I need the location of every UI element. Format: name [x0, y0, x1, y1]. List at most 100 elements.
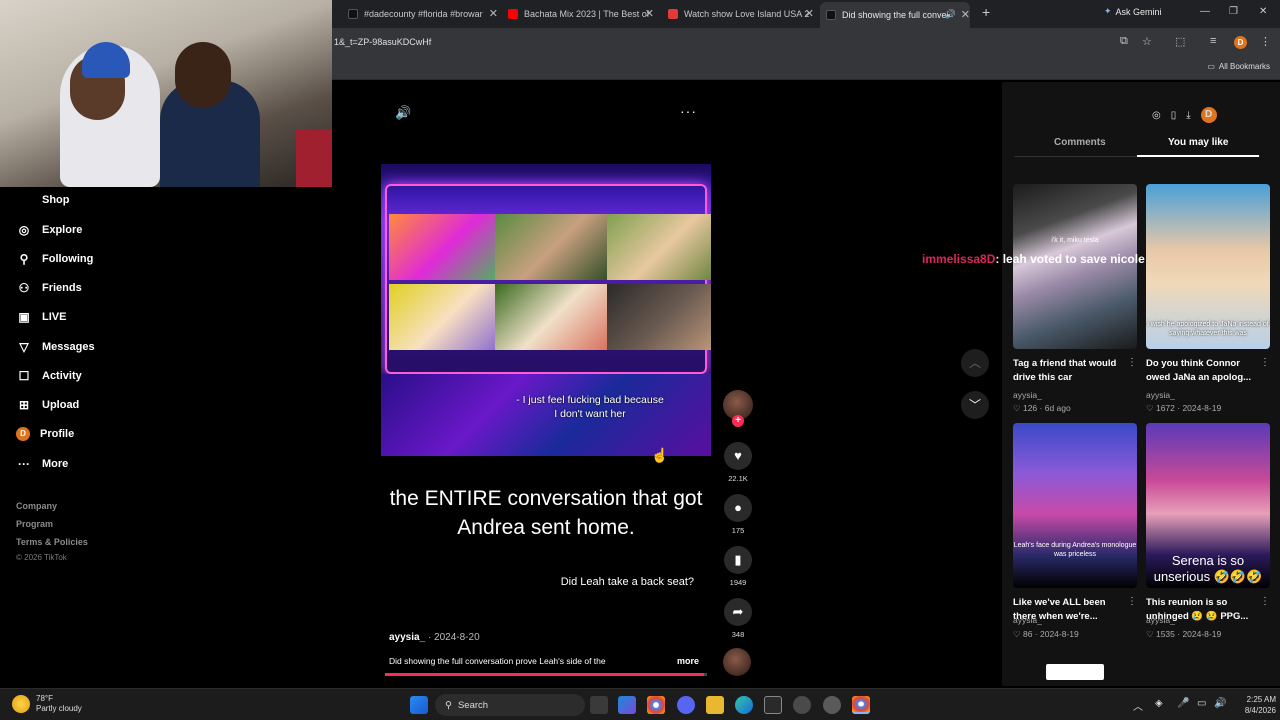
- speaker-icon[interactable]: 🔊: [395, 105, 411, 121]
- copyright-text: © 2026 TikTok: [16, 553, 67, 562]
- like-button[interactable]: ♥ 22.1K: [722, 442, 754, 483]
- browser-profile-avatar[interactable]: D: [1234, 36, 1247, 49]
- browser-menu-icon[interactable]: ⋮: [1260, 35, 1271, 48]
- chrome-active-icon[interactable]: [852, 696, 870, 714]
- sidebar-item-profile[interactable]: D Profile: [16, 427, 74, 441]
- tab-you-may-like[interactable]: You may like: [1168, 137, 1228, 148]
- sound-disc-avatar[interactable]: [723, 648, 751, 676]
- card-more-icon[interactable]: ⋮: [1260, 596, 1270, 607]
- recommended-video-card[interactable]: i wish he apologized to JaNa instead of …: [1146, 184, 1270, 416]
- comment-button[interactable]: ● 175: [722, 494, 754, 535]
- compass-icon[interactable]: ◎: [1152, 110, 1161, 121]
- tab-title: Watch show Love Island USA 2: [684, 9, 810, 19]
- download-icon[interactable]: ⤓: [1186, 110, 1190, 121]
- footer-link-program[interactable]: Program: [16, 519, 53, 529]
- tab-title: #dadecounty #florida #browar: [364, 9, 483, 19]
- microphone-icon[interactable]: 🎤: [1177, 698, 1189, 709]
- volume-icon[interactable]: 🔊: [1214, 698, 1226, 709]
- card-author[interactable]: ayysia_: [1146, 390, 1175, 400]
- tray-overflow-icon[interactable]: ︿: [1133, 698, 1143, 713]
- card-more-icon[interactable]: ⋮: [1127, 596, 1137, 607]
- speaker-icon[interactable]: 🔊: [945, 9, 956, 20]
- sidebar-item-friends[interactable]: ⚇ Friends: [16, 281, 82, 295]
- video-author[interactable]: ayysia_: [389, 632, 425, 643]
- settings-icon[interactable]: [793, 696, 811, 714]
- card-author[interactable]: ayysia_: [1013, 615, 1042, 625]
- more-options-icon[interactable]: ···: [680, 103, 697, 119]
- card-more-icon[interactable]: ⋮: [1127, 357, 1137, 368]
- copilot-icon[interactable]: [618, 696, 636, 714]
- card-author[interactable]: ayysia_: [1146, 615, 1175, 625]
- browser-tab-active[interactable]: Did showing the full conve 🔊 ✕: [820, 2, 970, 28]
- task-view-icon[interactable]: [590, 696, 608, 714]
- new-tab-button[interactable]: +: [982, 4, 990, 20]
- sidebar-item-more[interactable]: ··· More: [16, 457, 68, 471]
- display-icon[interactable]: ▭: [1197, 698, 1206, 709]
- recommended-video-card[interactable]: Serena is so unserious 🤣🤣🤣 This reunion …: [1146, 423, 1270, 655]
- tab-comments[interactable]: Comments: [1054, 137, 1106, 148]
- file-explorer-icon[interactable]: [706, 696, 724, 714]
- close-icon[interactable]: ✕: [489, 7, 498, 20]
- save-button[interactable]: ▮ 1949: [722, 546, 754, 587]
- windows-start-icon[interactable]: [410, 696, 428, 714]
- video-author-line: ayysia_ · 2024-8-20: [389, 632, 480, 643]
- description-more-button[interactable]: more: [677, 656, 699, 666]
- media-controls-icon[interactable]: ≡: [1210, 35, 1216, 47]
- follow-plus-icon[interactable]: +: [732, 415, 744, 427]
- sidebar-item-messages[interactable]: ▽ Messages: [16, 340, 94, 354]
- recommended-video-card[interactable]: Leah's face during Andrea's monologue wa…: [1013, 423, 1137, 655]
- url-field[interactable]: 1&_t=ZP-98asuKDCwHf: [334, 37, 431, 47]
- footer-link-company[interactable]: Company: [16, 501, 57, 511]
- restore-icon[interactable]: ❐: [1229, 6, 1238, 17]
- card-more-icon[interactable]: ⋮: [1260, 357, 1270, 368]
- live-icon: ▣: [18, 310, 30, 324]
- close-icon[interactable]: ✕: [805, 7, 814, 20]
- card-author[interactable]: ayysia_: [1013, 390, 1042, 400]
- sidebar-item-explore[interactable]: ◎ Explore: [16, 223, 83, 237]
- taskbar-search[interactable]: ⚲ Search: [435, 694, 585, 716]
- sidebar-item-label: Friends: [42, 282, 82, 294]
- next-video-button[interactable]: ﹀: [961, 391, 989, 419]
- browser-tab[interactable]: #dadecounty #florida #browar ✕: [348, 5, 498, 23]
- sidebar-item-label: LIVE: [42, 311, 67, 323]
- ask-gemini-button[interactable]: ✦ Ask Gemini: [1104, 6, 1162, 17]
- minimize-icon[interactable]: —: [1200, 6, 1210, 17]
- sidebar-item-activity[interactable]: ☐ Activity: [16, 369, 82, 383]
- chrome-icon[interactable]: [647, 696, 665, 714]
- tiktok-favicon-icon: [826, 10, 836, 20]
- discord-icon[interactable]: [677, 696, 695, 714]
- system-clock[interactable]: 2:25 AM 8/4/2026: [1232, 694, 1276, 716]
- sidebar-item-upload[interactable]: ⊞ Upload: [16, 398, 79, 412]
- tab-title: Bachata Mix 2023 | The Best of: [524, 9, 650, 19]
- obs-icon[interactable]: [823, 696, 841, 714]
- profile-avatar[interactable]: D: [1200, 107, 1217, 123]
- weather-widget[interactable]: 78°F Partly cloudy: [12, 694, 82, 714]
- edge-icon[interactable]: [735, 696, 753, 714]
- video-grid-image: [607, 284, 711, 350]
- all-bookmarks-button[interactable]: ▭ All Bookmarks: [1207, 62, 1270, 71]
- tray-app-icon[interactable]: ◈: [1155, 698, 1163, 709]
- install-app-icon[interactable]: ⧉: [1120, 35, 1128, 48]
- close-icon[interactable]: ✕: [645, 7, 654, 20]
- phone-icon[interactable]: ▯: [1171, 110, 1177, 121]
- close-window-icon[interactable]: ✕: [1259, 6, 1267, 17]
- sidebar-item-following[interactable]: ⚲ Following: [16, 252, 94, 266]
- activity-icon: ☐: [18, 369, 30, 383]
- previous-video-button[interactable]: ︿: [961, 349, 989, 377]
- browser-tab[interactable]: Bachata Mix 2023 | The Best of ✕: [508, 5, 654, 23]
- footer-link-terms[interactable]: Terms & Policies: [16, 537, 88, 547]
- video-player[interactable]: 🔊 ··· - I just feel fucking bad because …: [381, 92, 711, 682]
- store-icon[interactable]: [764, 696, 782, 714]
- video-progress-bar[interactable]: [385, 673, 707, 676]
- browser-tab[interactable]: Watch show Love Island USA 2 ✕: [668, 5, 814, 23]
- video-progress-fill: [385, 673, 704, 676]
- recommended-video-card[interactable]: i'k it, miku tesla Tag a friend that wou…: [1013, 184, 1137, 416]
- sidebar-item-shop[interactable]: Shop: [16, 194, 70, 206]
- extensions-icon[interactable]: ⬚: [1175, 35, 1185, 48]
- close-icon[interactable]: ✕: [961, 8, 970, 21]
- sidebar-item-live[interactable]: ▣ LIVE: [16, 310, 66, 324]
- share-button[interactable]: ➦ 348: [722, 598, 754, 639]
- thumbnail-caption: i'k it, miku tesla: [1051, 237, 1099, 244]
- bookmark-star-icon[interactable]: ☆: [1142, 35, 1152, 48]
- compass-icon: ◎: [18, 223, 30, 237]
